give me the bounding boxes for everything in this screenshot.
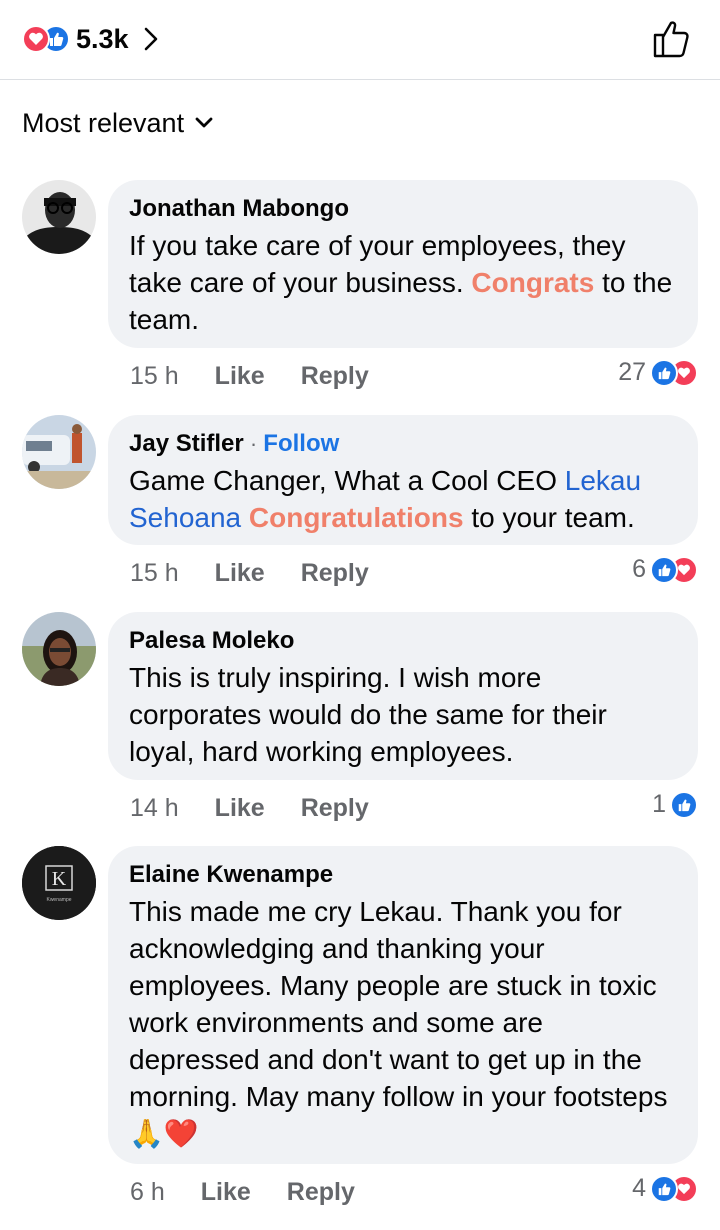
avatar[interactable]: K Kwenampe — [22, 846, 96, 920]
like-button[interactable]: Like — [215, 794, 265, 823]
like-button[interactable]: Like — [215, 362, 265, 391]
comment-bubble: Elaine Kwenampe This made me cry Lekau. … — [108, 846, 698, 1164]
comment-reactions[interactable]: 27 — [618, 358, 698, 387]
comment-actions: 15 h Like Reply — [130, 362, 405, 391]
comment-reactions[interactable]: 6 — [632, 555, 698, 584]
comment-text-part — [241, 502, 249, 533]
like-reaction-icon — [670, 790, 698, 819]
comment-reactions[interactable]: 4 — [632, 1174, 698, 1203]
like-reaction-icon — [650, 358, 678, 387]
reaction-number: 4 — [632, 1174, 646, 1202]
reply-button[interactable]: Reply — [301, 559, 369, 588]
sort-dropdown[interactable]: Most relevant — [22, 108, 214, 139]
comment-author-line: Jay Stifler · Follow — [129, 429, 678, 459]
highlighted-word: Congrats — [471, 267, 595, 298]
like-button[interactable]: Like — [215, 559, 265, 588]
reply-button[interactable]: Reply — [301, 794, 369, 823]
svg-text:K: K — [52, 868, 67, 890]
reaction-count: 5.3k — [76, 23, 129, 54]
like-reaction-icon — [650, 1174, 678, 1203]
comment-time: 14 h — [130, 794, 179, 822]
reactions-bar: 5.3k — [0, 0, 720, 80]
comment-author[interactable]: Jonathan Mabongo — [129, 194, 678, 224]
like-button[interactable]: Like — [201, 1178, 251, 1207]
highlighted-word: Congratulations — [248, 502, 464, 533]
comment-time: 6 h — [130, 1178, 165, 1206]
comment-reactions[interactable]: 1 — [652, 790, 698, 819]
reply-button[interactable]: Reply — [301, 362, 369, 391]
avatar[interactable] — [22, 612, 96, 686]
comment-text: This is truly inspiring. I wish more cor… — [129, 662, 607, 767]
thumbs-up-icon[interactable] — [650, 18, 692, 60]
comment-actions: 6 h Like Reply — [130, 1178, 391, 1207]
like-reaction-icon — [650, 555, 678, 584]
love-reaction-icon — [22, 25, 50, 53]
comment-bubble: Palesa Moleko This is truly inspiring. I… — [108, 612, 698, 780]
svg-text:Kwenampe: Kwenampe — [46, 897, 71, 903]
follow-separator: · — [243, 431, 264, 456]
comment-actions: 14 h Like Reply — [130, 794, 405, 823]
reply-button[interactable]: Reply — [287, 1178, 355, 1207]
comment-text-part: to your team. — [463, 502, 635, 533]
comment-text: This made me cry Lekau. Thank you for ac… — [129, 896, 668, 1149]
comment-time: 15 h — [130, 559, 179, 587]
comment-bubble: Jonathan Mabongo If you take care of you… — [108, 180, 698, 348]
comment-actions: 15 h Like Reply — [130, 559, 405, 588]
avatar[interactable] — [22, 415, 96, 489]
follow-button[interactable]: Follow — [263, 430, 339, 457]
comment-bubble: Jay Stifler · Follow Game Changer, What … — [108, 415, 698, 545]
reaction-number: 6 — [632, 555, 646, 583]
chevron-right-icon[interactable] — [143, 25, 165, 53]
comment-author[interactable]: Jay Stifler — [129, 430, 244, 457]
avatar[interactable] — [22, 180, 96, 254]
reaction-number: 27 — [618, 358, 646, 386]
comment-text-part: Game Changer, What a Cool CEO — [129, 465, 565, 496]
sort-label: Most relevant — [22, 108, 185, 138]
chevron-down-icon — [194, 116, 214, 132]
comment-time: 15 h — [130, 362, 179, 390]
comment-author[interactable]: Elaine Kwenampe — [129, 860, 678, 890]
comment-text: Game Changer, What a Cool CEO Lekau Seho… — [129, 462, 678, 536]
comment-author[interactable]: Palesa Moleko — [129, 626, 678, 656]
reaction-number: 1 — [652, 790, 666, 818]
reactions-summary[interactable]: 5.3k — [22, 22, 165, 56]
comment-text: If you take care of your employees, they… — [129, 227, 678, 338]
